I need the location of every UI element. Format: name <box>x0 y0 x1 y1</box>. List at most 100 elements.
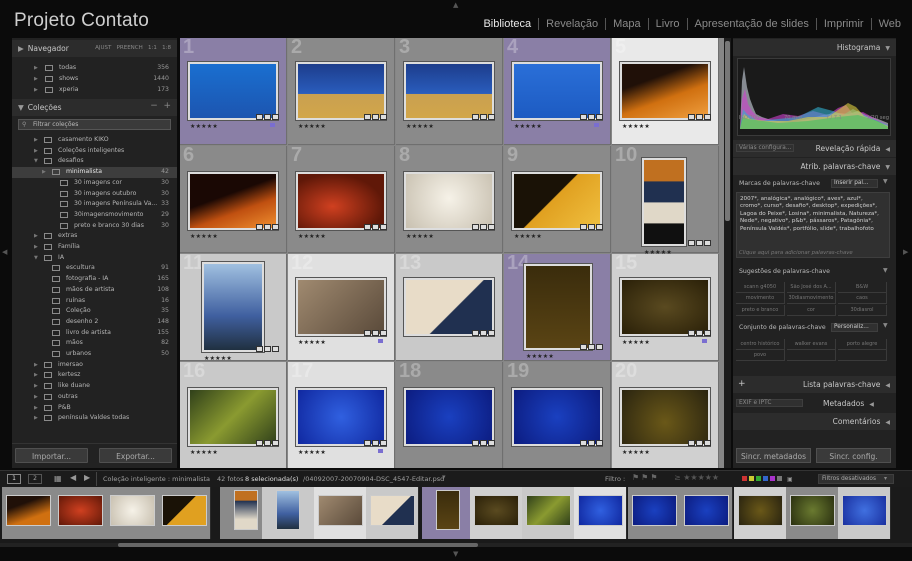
photo-thumbnail[interactable] <box>188 388 278 446</box>
folder-item[interactable]: ▶ xperia 173 <box>12 85 177 96</box>
collections-header[interactable]: ▼ Coleções − + <box>12 99 177 116</box>
keyword-badge-icon[interactable] <box>688 330 695 336</box>
keyword-badge-icon[interactable] <box>364 224 371 230</box>
collection-item[interactable]: ruínas 16 <box>12 296 177 307</box>
keyword-chip[interactable]: movimento <box>736 293 785 305</box>
grid-cell[interactable]: 7 ★★★★★ <box>288 144 395 253</box>
gray-label-icon[interactable] <box>777 476 782 481</box>
filmstrip-thumbnail[interactable] <box>262 487 315 539</box>
quick-develop-preset[interactable]: Várias configura... <box>736 144 794 152</box>
keyword-chip[interactable]: B&W <box>838 282 887 293</box>
color-label-filter[interactable] <box>742 476 782 481</box>
filmstrip-photo[interactable] <box>738 495 783 526</box>
star-rating[interactable]: ★★★★★ <box>622 123 650 130</box>
keyword-badge-icon[interactable] <box>364 330 371 336</box>
zoom-fill[interactable]: PREENCH <box>117 45 143 51</box>
star-rating[interactable]: ★★★★★ <box>406 123 434 130</box>
expand-triangle-icon[interactable]: ▶ <box>34 244 38 250</box>
collection-item[interactable]: ▶ casamento KIKO <box>12 135 177 146</box>
chevron-down-icon[interactable]: ▾ <box>884 475 887 482</box>
expand-triangle-icon[interactable]: ▶ <box>34 405 38 411</box>
top-panel-toggle-icon[interactable]: ▲ <box>453 1 458 9</box>
navigator-header[interactable]: ▶ Navegador AJUST PREENCH 1:1 1:8 <box>12 40 177 57</box>
develop-badge-icon[interactable] <box>488 114 495 120</box>
keyword-badge-icon[interactable] <box>472 114 479 120</box>
grid-cell[interactable]: 13 <box>396 252 503 361</box>
filmstrip-thumbnail[interactable] <box>838 487 891 539</box>
collection-item[interactable]: livro de artista 155 <box>12 328 177 339</box>
filmstrip-thumbnail[interactable] <box>422 487 475 539</box>
back-arrow-icon[interactable]: ◀ <box>70 473 76 482</box>
keyword-badge-icon[interactable] <box>472 224 479 230</box>
star-rating[interactable]: ★★★★★ <box>622 339 650 346</box>
collection-add-remove[interactable]: − + <box>150 101 171 111</box>
filmstrip-scrollbar-thumb[interactable] <box>118 543 478 547</box>
filmstrip-photo[interactable] <box>6 495 51 526</box>
star-rating[interactable]: ★★★★★ <box>190 123 218 130</box>
keyword-badge-icon[interactable] <box>256 224 263 230</box>
star-rating[interactable]: ★★★★★ <box>190 233 218 240</box>
star-rating[interactable]: ★★★★★ <box>514 233 542 240</box>
module-2[interactable]: Mapa <box>605 18 648 30</box>
collection-item[interactable]: mãos 82 <box>12 338 177 349</box>
crop-badge-icon[interactable] <box>588 114 595 120</box>
keyword-badge-icon[interactable] <box>472 440 479 446</box>
keyword-chip[interactable]: 30diasrol <box>838 304 887 316</box>
filmstrip-thumbnail[interactable] <box>680 487 733 539</box>
keyword-chip[interactable]: caos <box>838 293 887 305</box>
photo-thumbnail[interactable] <box>512 62 602 120</box>
keyword-badge-icon[interactable] <box>472 330 479 336</box>
filmstrip-thumbnail[interactable] <box>106 487 159 539</box>
collection-item[interactable]: escultura 91 <box>12 263 177 274</box>
keyword-chip[interactable]: porto alegre <box>838 339 887 350</box>
collection-item[interactable]: ▶ extras <box>12 231 177 242</box>
keyword-badge-icon[interactable] <box>580 440 587 446</box>
photo-thumbnail[interactable] <box>404 172 494 230</box>
collapse-triangle-icon[interactable]: ▼ <box>883 178 888 185</box>
collapse-triangle-icon[interactable]: ▼ <box>34 158 38 164</box>
zoom-1-8[interactable]: 1:8 <box>162 45 171 51</box>
page-1-button[interactable]: 1 <box>7 474 21 484</box>
expand-triangle-icon[interactable]: ▶ <box>34 372 38 378</box>
filmstrip-photo[interactable] <box>436 490 460 530</box>
photo-thumbnail[interactable] <box>202 262 264 352</box>
star-rating[interactable]: ★★★★★ <box>190 449 218 456</box>
filmstrip-photo[interactable] <box>526 495 571 526</box>
keyword-chip[interactable] <box>838 350 887 362</box>
photo-thumbnail[interactable] <box>296 62 386 120</box>
develop-badge-icon[interactable] <box>380 440 387 446</box>
expand-triangle-icon[interactable]: ▶ <box>34 137 38 143</box>
module-4[interactable]: Apresentação de slides <box>686 18 816 30</box>
crop-badge-icon[interactable] <box>588 224 595 230</box>
filmstrip-thumbnail[interactable] <box>734 487 787 539</box>
filmstrip-photo[interactable] <box>276 490 300 530</box>
keyword-chip[interactable] <box>787 350 836 362</box>
collection-item[interactable]: preto e branco 30 dias 30 <box>12 221 177 232</box>
grid-cell[interactable]: 3 ★★★★★ <box>396 38 503 145</box>
develop-badge-icon[interactable] <box>272 114 279 120</box>
grid-cell[interactable]: 17 ★★★★★ <box>288 360 395 468</box>
collection-item[interactable]: ▶ Coleções inteligentes <box>12 146 177 157</box>
photo-thumbnail[interactable] <box>188 62 278 120</box>
star-rating[interactable]: ★★★★★ <box>622 449 650 456</box>
keyword-mode-select[interactable]: Inserir pal... <box>831 179 878 188</box>
module-3[interactable]: Livro <box>647 18 687 30</box>
import-button[interactable]: Importar... <box>15 448 88 463</box>
sync-settings-button[interactable]: Sincr. config. <box>816 448 891 463</box>
crop-badge-icon[interactable] <box>372 440 379 446</box>
photo-thumbnail[interactable] <box>620 62 710 120</box>
yellow-label-icon[interactable] <box>749 476 754 481</box>
crop-badge-icon[interactable] <box>372 330 379 336</box>
crop-badge-icon[interactable] <box>264 440 271 446</box>
filmstrip-photo[interactable] <box>110 495 155 526</box>
filmstrip-photo[interactable] <box>234 490 258 530</box>
expand-triangle-icon[interactable]: ▶ <box>34 394 38 400</box>
filter-preset-select[interactable]: Filtros desativados <box>818 474 894 484</box>
star-rating[interactable]: ★★★★★ <box>298 339 326 346</box>
keyword-set-select[interactable]: Personaliz... <box>831 323 878 332</box>
filmstrip-photo[interactable] <box>632 495 677 526</box>
crop-badge-icon[interactable] <box>588 440 595 446</box>
keyword-badge-icon[interactable] <box>688 114 695 120</box>
grid-cell[interactable]: 6 ★★★★★ <box>180 144 287 253</box>
grid-cell[interactable]: 15 ★★★★★ <box>612 252 719 361</box>
